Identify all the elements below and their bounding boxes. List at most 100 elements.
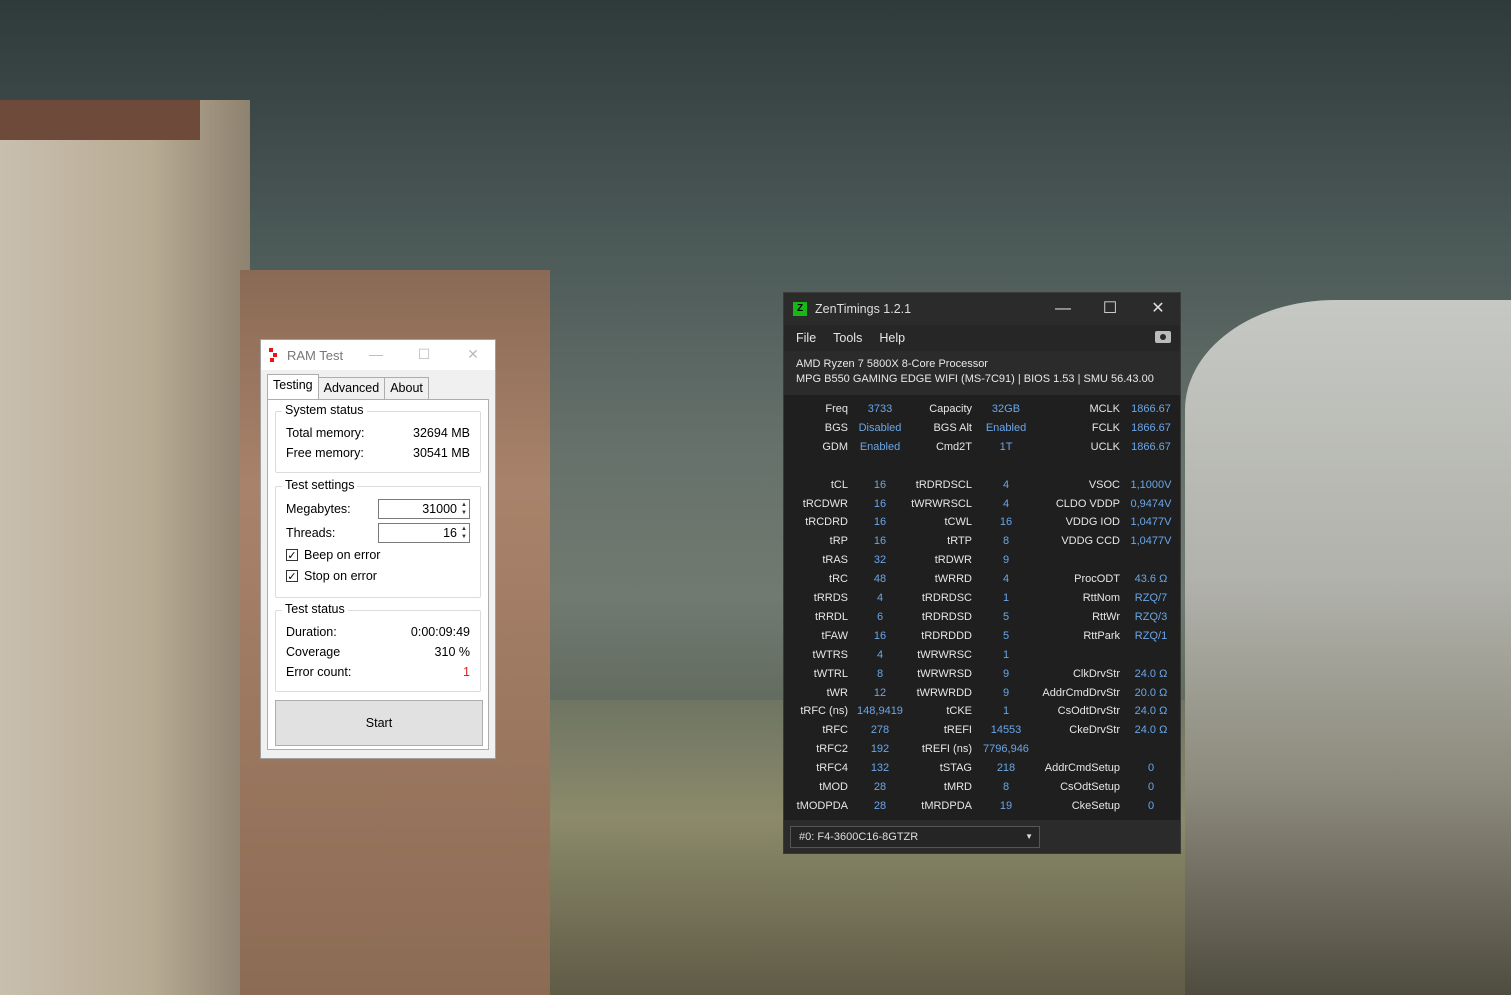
stop-on-error-checkbox[interactable]: ✓ Stop on error xyxy=(286,569,377,583)
timing-label: tRFC4 xyxy=(816,762,848,775)
system-status-title: System status xyxy=(282,403,367,417)
timing-label: tRTP xyxy=(947,535,972,548)
timing-value: 1,0477V xyxy=(1130,535,1172,548)
tab-testing[interactable]: Testing xyxy=(267,374,319,399)
tab-about[interactable]: About xyxy=(384,377,429,399)
megabytes-label: Megabytes: xyxy=(286,502,351,516)
timing-label: tRDWR xyxy=(934,554,972,567)
timings-row: tRFC2 192 tREFI (ns) 7796,946 xyxy=(784,740,1180,759)
timing-value: 32 xyxy=(873,554,887,567)
timing-label: MCLK xyxy=(1089,403,1120,415)
coverage-label: Coverage xyxy=(286,645,341,659)
megabytes-spinner-icon[interactable]: ▲ ▼ xyxy=(460,501,468,517)
maximize-button[interactable]: ☐ xyxy=(1087,297,1133,321)
timing-value: 0 xyxy=(1147,781,1155,793)
threads-spinner-icon[interactable]: ▲ ▼ xyxy=(460,525,468,541)
timings-row: tRFC 278 tREFI 14553 CkeDrvStr 24.0 Ω xyxy=(784,721,1180,740)
menu-file[interactable]: File xyxy=(796,331,816,345)
tab-advanced[interactable]: Advanced xyxy=(317,377,386,399)
timing-value: 192 xyxy=(870,743,890,756)
timing-label: tWRWRSCL xyxy=(911,497,972,510)
timing-label: CkeDrvStr xyxy=(1069,724,1120,737)
timing-value: 43.6 Ω xyxy=(1134,573,1168,586)
zentimings-footer: #0: F4-3600C16-8GTZR ▼ xyxy=(784,820,1180,853)
timing-value: 12 xyxy=(873,686,887,699)
timing-value: 5 xyxy=(1002,610,1010,623)
ramtest-titlebar[interactable]: RAM Test — ☐ ✕ xyxy=(261,340,495,370)
minimize-button[interactable]: — xyxy=(1040,297,1086,321)
start-button[interactable]: Start xyxy=(275,700,483,746)
timings-row: tMOD 28 tMRD 8 CsOdtSetup 0 xyxy=(784,778,1180,797)
megabytes-input[interactable]: 31000 ▲ ▼ xyxy=(378,499,470,519)
timing-label: tREFI (ns) xyxy=(921,743,972,756)
timing-label: tRFC2 xyxy=(816,743,848,756)
system-status-group: System status Total memory: 32694 MB Fre… xyxy=(275,403,481,473)
timing-label: ClkDrvStr xyxy=(1072,667,1120,680)
camera-icon[interactable] xyxy=(1155,331,1171,343)
timing-label: tRFC xyxy=(822,724,848,737)
timing-label: tWTRS xyxy=(812,648,848,661)
timings-row: GDM Enabled Cmd2T 1T UCLK 1866.67 xyxy=(784,438,1180,457)
timing-value: 8 xyxy=(1002,781,1010,793)
timing-label: CLDO VDDP xyxy=(1055,497,1120,510)
minimize-button[interactable]: — xyxy=(361,344,391,364)
free-memory-row: Free memory: 30541 MB xyxy=(286,446,470,460)
timing-value: 24.0 Ω xyxy=(1134,705,1168,718)
dimm-select[interactable]: #0: F4-3600C16-8GTZR ▼ xyxy=(790,826,1040,848)
system-info: AMD Ryzen 7 5800X 8-Core Processor MPG B… xyxy=(784,351,1180,387)
menu-bar: File Tools Help xyxy=(784,325,1180,351)
menu-tools[interactable]: Tools xyxy=(833,331,862,345)
timing-label: tWRRD xyxy=(934,573,972,586)
timing-value: 9 xyxy=(1002,554,1010,567)
timing-value: 16 xyxy=(999,516,1013,529)
timings-row: tRRDL 6 tRDRDSD 5 RttWr RZQ/3 xyxy=(784,608,1180,627)
timing-value: 1 xyxy=(1002,592,1010,604)
timing-label: tFAW xyxy=(821,629,848,642)
timing-label: tSTAG xyxy=(939,762,972,775)
timing-label: tMODPDA xyxy=(796,799,848,812)
timing-label: tRDRDSD xyxy=(921,610,972,623)
zentimings-title: ZenTimings 1.2.1 xyxy=(815,302,912,316)
threads-value: 16 xyxy=(443,526,457,540)
timing-value: 218 xyxy=(996,762,1016,775)
ramtest-window: RAM Test — ☐ ✕ Testing Advanced About Sy… xyxy=(260,339,496,759)
close-button[interactable]: ✕ xyxy=(1135,297,1181,321)
timing-value: 1 xyxy=(1002,705,1010,718)
timings-row: tWR 12 tWRWRDD 9 AddrCmdDrvStr 20.0 Ω xyxy=(784,684,1180,703)
timing-label: tWRWRSD xyxy=(917,667,972,680)
timing-value: 14553 xyxy=(990,724,1022,737)
beep-on-error-checkbox[interactable]: ✓ Beep on error xyxy=(286,548,380,562)
timings-row: tRFC4 132 tSTAG 218 AddrCmdSetup 0 xyxy=(784,759,1180,778)
timing-label: tRRDL xyxy=(814,610,848,623)
timings-row: tRCDRD 16 tCWL 16 VDDG IOD 1,0477V xyxy=(784,513,1180,532)
menu-help[interactable]: Help xyxy=(879,331,905,345)
close-button[interactable]: ✕ xyxy=(458,344,488,364)
timing-value: 1T xyxy=(999,440,1013,453)
timing-label: tREFI xyxy=(943,724,972,737)
error-count-value: 1 xyxy=(463,665,470,679)
timing-label: tRDRDSC xyxy=(921,592,972,604)
timing-label: RttPark xyxy=(1083,629,1120,642)
timing-value: 7796,946 xyxy=(983,743,1029,756)
total-memory-value: 32694 MB xyxy=(413,426,470,440)
timing-label: tMRDPDA xyxy=(921,799,972,812)
timing-value: 19 xyxy=(999,799,1013,812)
zentimings-titlebar[interactable]: Z ZenTimings 1.2.1 — ☐ ✕ xyxy=(784,293,1180,325)
timing-value: 1 xyxy=(1002,648,1010,661)
zentimings-logo-icon: Z xyxy=(793,302,807,316)
timings-row: tRCDWR 16 tWRWRSCL 4 CLDO VDDP 0,9474V xyxy=(784,495,1180,514)
timing-value: 5 xyxy=(1002,629,1010,642)
timing-label: CkeSetup xyxy=(1071,799,1120,812)
maximize-button[interactable]: ☐ xyxy=(409,344,439,364)
timings-row: tWTRL 8 tWRWRSD 9 ClkDrvStr 24.0 Ω xyxy=(784,665,1180,684)
timing-value: RZQ/7 xyxy=(1134,592,1168,604)
ramtest-title: RAM Test xyxy=(287,347,344,363)
timing-value: 1866.67 xyxy=(1131,421,1171,434)
timing-label: VDDG CCD xyxy=(1061,535,1120,548)
timing-label: tRCDRD xyxy=(805,516,848,529)
timing-label: FCLK xyxy=(1091,421,1120,434)
timing-label: VDDG IOD xyxy=(1065,516,1120,529)
threads-input[interactable]: 16 ▲ ▼ xyxy=(378,523,470,543)
timing-label: tWTRL xyxy=(813,667,848,680)
duration-value: 0:00:09:49 xyxy=(410,625,470,639)
